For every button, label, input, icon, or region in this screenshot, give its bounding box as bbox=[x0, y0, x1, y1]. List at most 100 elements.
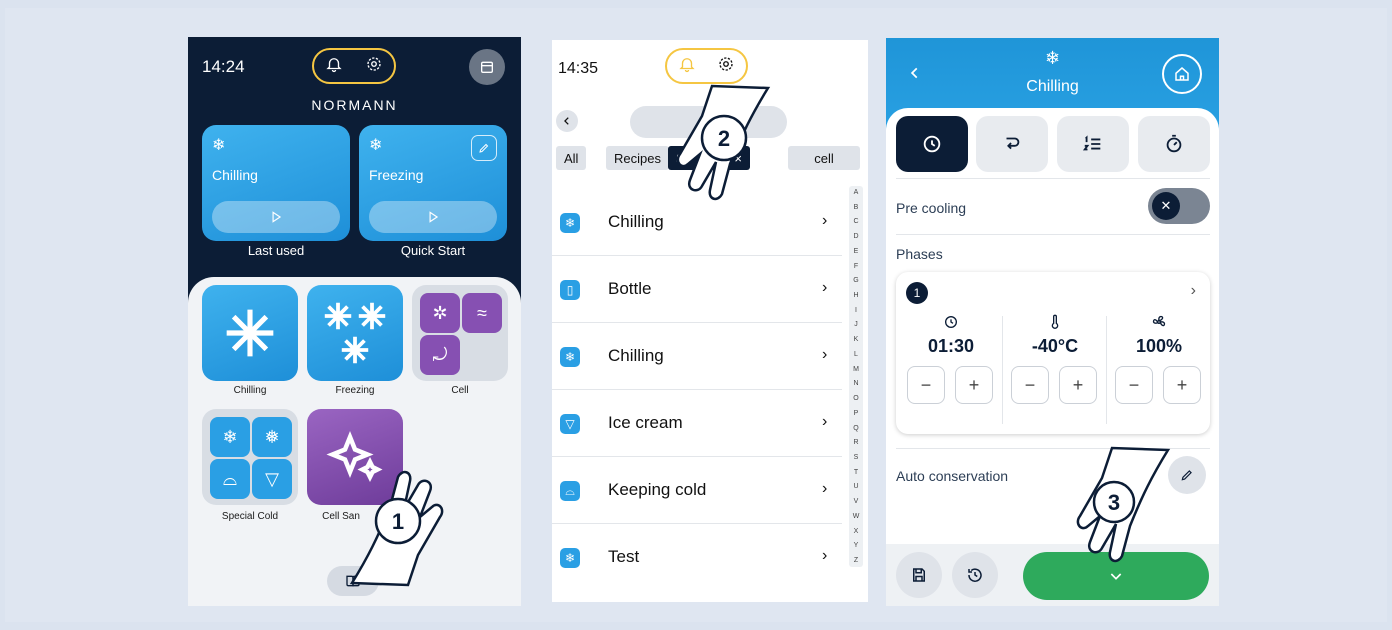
thermometer-icon bbox=[1051, 314, 1059, 329]
edit-button[interactable] bbox=[471, 135, 497, 161]
alphabet-letter[interactable]: D bbox=[853, 233, 858, 240]
play-icon bbox=[272, 211, 282, 223]
alphabet-letter[interactable]: P bbox=[854, 410, 859, 417]
filter-all[interactable]: All bbox=[556, 146, 587, 170]
list-item[interactable]: ❄ Chilling › bbox=[552, 324, 842, 390]
history-icon bbox=[968, 568, 982, 582]
alphabet-letter[interactable]: U bbox=[853, 483, 858, 490]
calendar-button[interactable] bbox=[469, 49, 505, 85]
alphabet-letter[interactable]: T bbox=[854, 469, 858, 476]
chevron-right-icon: › bbox=[822, 346, 828, 363]
alphabet-letter[interactable]: I bbox=[855, 307, 857, 314]
alphabet-letter[interactable]: J bbox=[854, 321, 858, 328]
item-label: Bottle bbox=[608, 279, 652, 298]
alphabet-letter[interactable]: L bbox=[854, 351, 858, 358]
chevron-right-icon: › bbox=[822, 279, 828, 296]
cycle-icon bbox=[1006, 137, 1020, 150]
minus-button[interactable]: − bbox=[1011, 366, 1049, 404]
bell-icon[interactable] bbox=[678, 55, 696, 78]
thaw-icon: ✲ bbox=[420, 293, 460, 333]
card-label: Chilling bbox=[212, 167, 258, 183]
gear-icon[interactable] bbox=[717, 55, 735, 78]
tile-chilling[interactable] bbox=[202, 285, 298, 381]
phase-number: 1 bbox=[906, 282, 928, 304]
alphabet-letter[interactable]: F bbox=[854, 263, 858, 270]
alphabet-letter[interactable]: B bbox=[854, 204, 859, 211]
chevron-left-icon bbox=[564, 117, 569, 125]
save-button[interactable] bbox=[896, 552, 942, 598]
tile-special-cold[interactable]: ❄ ❅ ⌓ ▽ bbox=[202, 409, 298, 505]
tile-freezing[interactable] bbox=[307, 285, 403, 381]
play-button[interactable] bbox=[369, 201, 497, 233]
tile-label: Cell bbox=[451, 385, 469, 396]
alphabet-letter[interactable]: S bbox=[854, 454, 859, 461]
time-value: 01:30 bbox=[927, 336, 975, 356]
list-item[interactable]: ▯ Bottle › bbox=[552, 257, 842, 323]
ice-cream-icon: ▽ bbox=[252, 459, 292, 499]
alphabet-letter[interactable]: O bbox=[853, 395, 858, 402]
tab-time[interactable] bbox=[896, 116, 968, 172]
alphabet-letter[interactable]: C bbox=[853, 218, 858, 225]
tab-timer[interactable] bbox=[1138, 116, 1210, 172]
alphabet-letter[interactable]: V bbox=[854, 498, 859, 505]
auto-conservation-label: Auto conservation bbox=[896, 468, 1009, 484]
snowflake-icon: ❄ bbox=[560, 347, 580, 367]
alphabet-letter[interactable]: A bbox=[854, 189, 859, 196]
filter-cell[interactable]: cell bbox=[788, 146, 860, 170]
alphabet-letter[interactable]: K bbox=[854, 336, 859, 343]
alphabet-letter[interactable]: Y bbox=[854, 542, 859, 549]
program-screen: ❄ Chilling Pre cooling ✕ Phases 1 › 01:3… bbox=[886, 38, 1219, 606]
fan-icon bbox=[1152, 315, 1166, 327]
filter-recipes[interactable]: Recipes bbox=[606, 146, 669, 170]
alphabet-letter[interactable]: Z bbox=[854, 557, 858, 564]
dish-icon: ⌓ bbox=[560, 481, 580, 501]
alphabet-letter[interactable]: W bbox=[853, 513, 860, 520]
phase-fan: 100% − + bbox=[1107, 312, 1211, 424]
chevron-right-icon[interactable]: › bbox=[1191, 282, 1196, 300]
card-freezing[interactable]: ❄ Freezing bbox=[359, 125, 507, 241]
pointing-hand-3: 3 bbox=[1072, 446, 1182, 586]
alphabet-letter[interactable]: Q bbox=[853, 425, 858, 432]
tile-cell[interactable]: ✲ ≈ ⤾ bbox=[412, 285, 508, 381]
list-item[interactable]: ❄ Test › bbox=[552, 525, 842, 591]
plus-button[interactable]: + bbox=[1059, 366, 1097, 404]
minus-button[interactable]: − bbox=[907, 366, 945, 404]
bell-icon[interactable] bbox=[325, 55, 343, 78]
history-button[interactable] bbox=[952, 552, 998, 598]
list-item[interactable]: ▽ Ice cream › bbox=[552, 391, 842, 457]
gear-icon[interactable] bbox=[365, 55, 383, 78]
plus-button[interactable]: + bbox=[1163, 366, 1201, 404]
plus-button[interactable]: + bbox=[955, 366, 993, 404]
divider bbox=[896, 178, 1210, 179]
item-label: Chilling bbox=[608, 212, 664, 231]
back-button[interactable] bbox=[556, 110, 578, 132]
alphabet-letter[interactable]: E bbox=[854, 248, 859, 255]
chevron-right-icon: › bbox=[822, 480, 828, 497]
numbered-list-icon bbox=[1082, 135, 1101, 151]
alphabet-index[interactable]: A BC D E FG H IJ K L MN O P QR S TU V W XY Z bbox=[849, 186, 863, 567]
alphabet-letter[interactable]: G bbox=[853, 277, 858, 284]
home-button[interactable] bbox=[1162, 54, 1202, 94]
minus-button[interactable]: − bbox=[1115, 366, 1153, 404]
alphabet-letter[interactable]: H bbox=[853, 292, 858, 299]
alphabet-letter[interactable]: M bbox=[853, 366, 859, 373]
snowflake-icon: ❄ bbox=[212, 137, 226, 154]
card-chilling[interactable]: ❄ Chilling bbox=[202, 125, 350, 241]
list-item[interactable]: ⌓ Keeping cold › bbox=[552, 458, 842, 524]
alphabet-letter[interactable]: N bbox=[853, 380, 858, 387]
pointing-hand-1: 1 bbox=[338, 447, 448, 587]
play-button[interactable] bbox=[212, 201, 340, 233]
chevron-right-icon: › bbox=[822, 212, 828, 229]
pre-cooling-toggle[interactable]: ✕ bbox=[1148, 188, 1210, 224]
phase-card[interactable]: 1 › 01:30 − + -40°C − + 100% − + bbox=[896, 272, 1210, 434]
tab-cycle[interactable] bbox=[976, 116, 1048, 172]
item-label: Test bbox=[608, 547, 640, 566]
snowflake-icon: ❄ bbox=[210, 417, 250, 457]
tab-steps[interactable] bbox=[1057, 116, 1129, 172]
drop-icon: ⌓ bbox=[210, 459, 250, 499]
status-time: 14:24 bbox=[202, 57, 245, 76]
alphabet-letter[interactable]: R bbox=[853, 439, 858, 446]
clock-icon bbox=[945, 316, 957, 328]
alphabet-letter[interactable]: X bbox=[854, 528, 859, 535]
divider bbox=[896, 234, 1210, 235]
